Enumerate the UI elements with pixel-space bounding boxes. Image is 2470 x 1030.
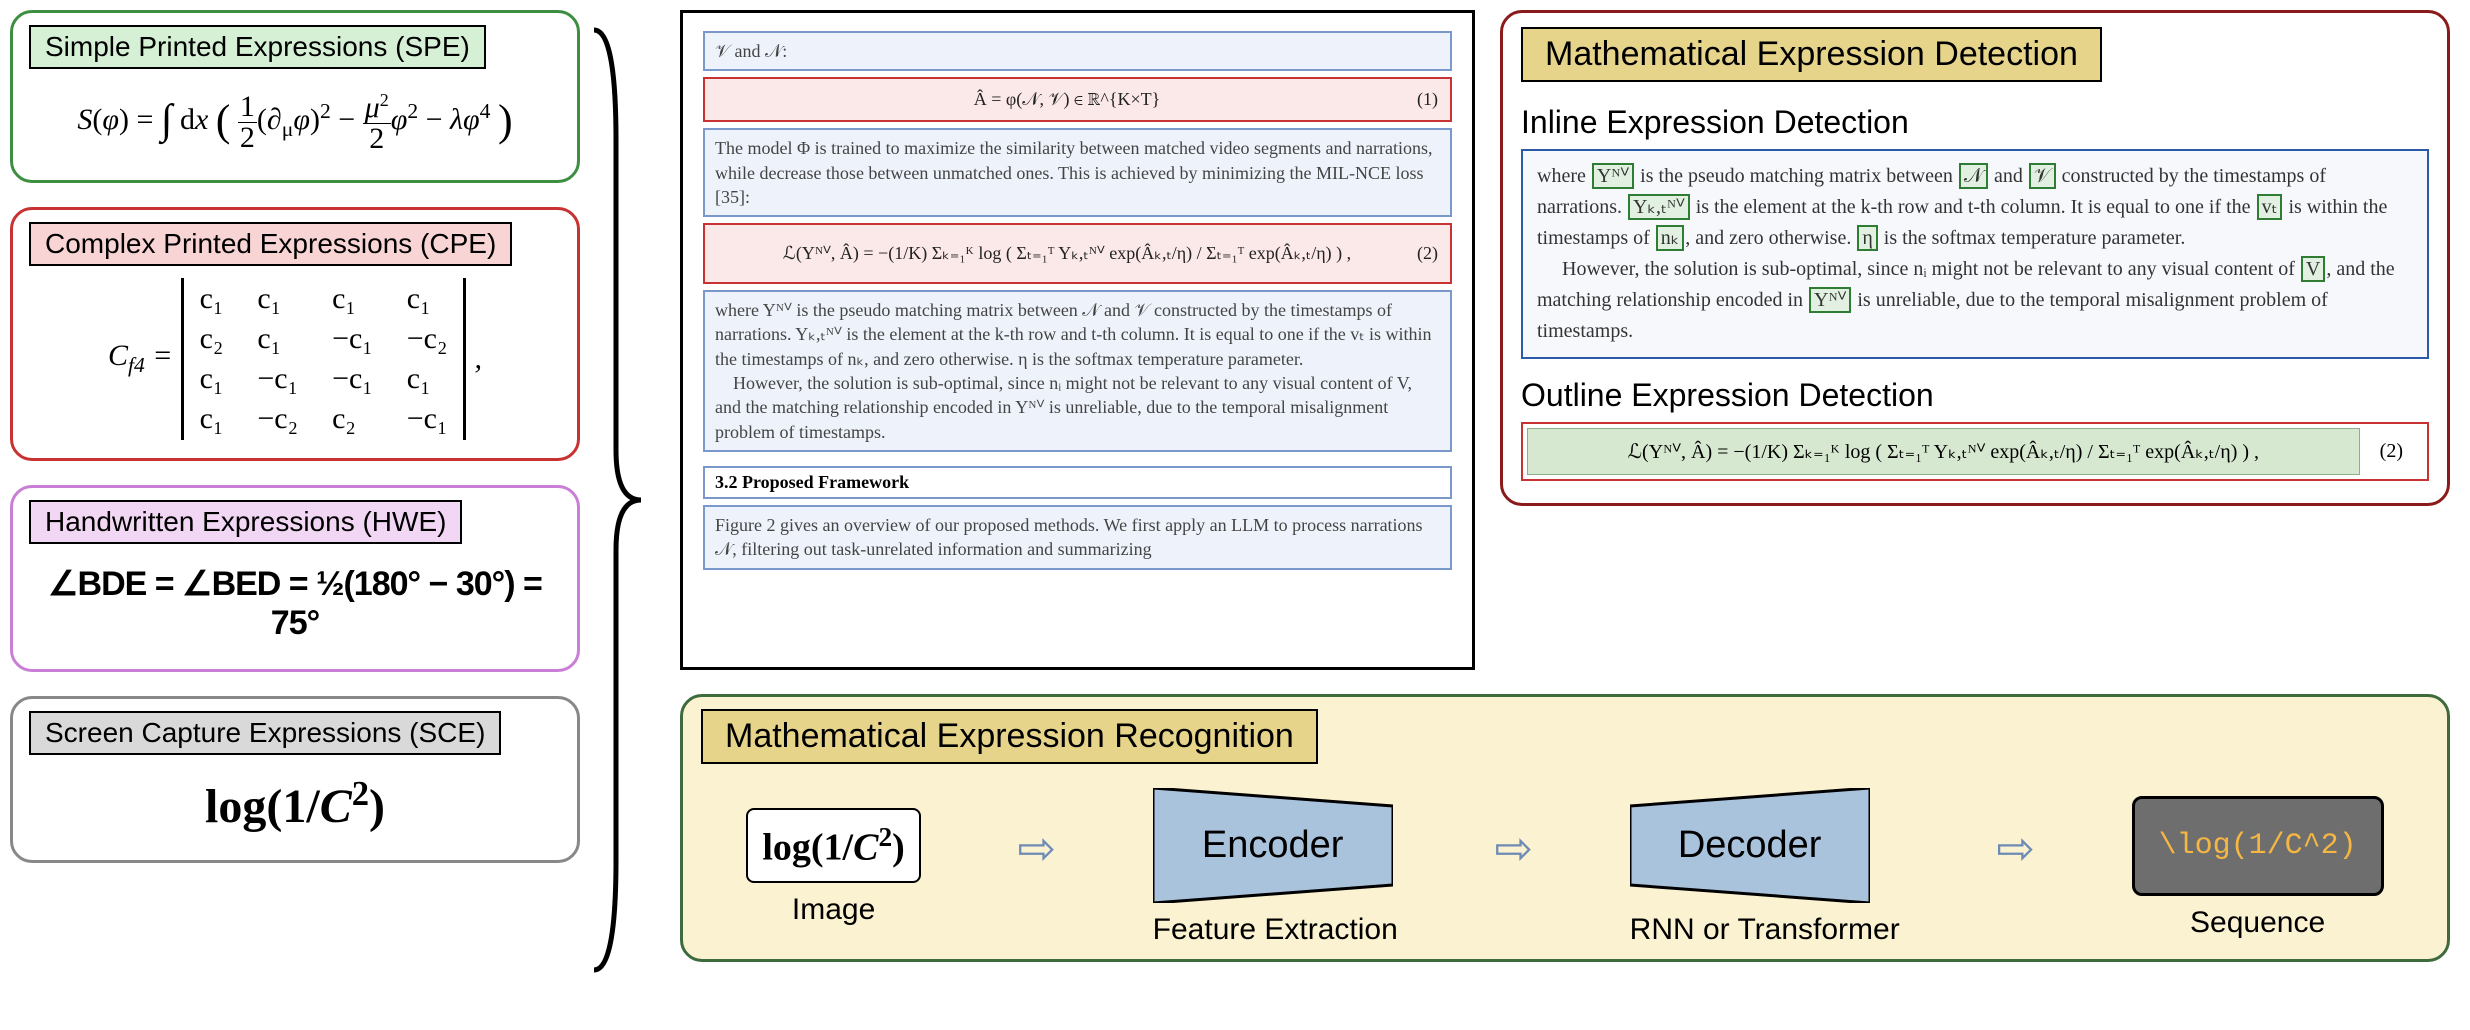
pipeline-image-expr: log(1/C2) bbox=[746, 808, 920, 884]
cpe-tag: Complex Printed Expressions (CPE) bbox=[29, 222, 512, 266]
cpe-expression: Cf4 = c₁ c₁ c₁ c₁ c₂ c₁ −c₁ −c₂ c₁ −c₁ −… bbox=[29, 278, 561, 440]
pipeline-output-text: \log(1/C^2) bbox=[2132, 796, 2384, 896]
recognition-title: Mathematical Expression Recognition bbox=[701, 709, 1318, 764]
pipeline-decoder-stage: Decoder RNN or Transformer bbox=[1630, 788, 1900, 947]
paper-eq1-num: (1) bbox=[1417, 89, 1438, 110]
arrow-icon: ⇨ bbox=[1990, 821, 2041, 875]
paper-section-heading: 3.2 Proposed Framework bbox=[703, 466, 1452, 499]
hwe-tag: Handwritten Expressions (HWE) bbox=[29, 500, 462, 544]
m32: c₂ bbox=[332, 402, 373, 436]
t1h: is the softmax temperature parameter. bbox=[1879, 227, 2186, 249]
outline-detection-heading: Outline Expression Detection bbox=[1521, 377, 2429, 414]
inline-hl-1: Yᴺⱽ bbox=[1592, 163, 1634, 189]
cpe-trail: , bbox=[474, 342, 482, 376]
pipeline-output-stage: \log(1/C^2) Sequence bbox=[2132, 796, 2384, 940]
hwe-card: Handwritten Expressions (HWE) ∠BDE = ∠BE… bbox=[10, 485, 580, 672]
paper-para1: The model Φ is trained to maximize the s… bbox=[703, 128, 1452, 217]
pipeline-encoder-label: Feature Extraction bbox=[1153, 913, 1398, 947]
detection-title: Mathematical Expression Detection bbox=[1521, 27, 2102, 82]
inline-hl-2: 𝒩 bbox=[1959, 163, 1988, 189]
cpe-matrix: c₁ c₁ c₁ c₁ c₂ c₁ −c₁ −c₂ c₁ −c₁ −c₁ c₁ … bbox=[181, 278, 467, 440]
cpe-card: Complex Printed Expressions (CPE) Cf4 = … bbox=[10, 207, 580, 461]
recognition-panel: Mathematical Expression Recognition log(… bbox=[680, 694, 2450, 962]
spe-card: Simple Printed Expressions (SPE) S(φ) = … bbox=[10, 10, 580, 183]
paper-eq2-body: ℒ(Yᴺⱽ, Â) = −(1/K) Σₖ₌₁ᴷ log ( Σₜ₌₁ᵀ Yₖ,… bbox=[717, 243, 1417, 264]
pipeline-image-stage: log(1/C2) Image bbox=[746, 808, 920, 928]
pipeline-image-label: Image bbox=[746, 893, 920, 927]
sce-expression: log(1/C2) bbox=[29, 767, 561, 842]
m22: −c₁ bbox=[332, 362, 373, 396]
m30: c₁ bbox=[200, 402, 224, 436]
encoder-block: Encoder bbox=[1153, 788, 1393, 903]
paper-eq2-num: (2) bbox=[1417, 243, 1438, 264]
paper-para2a: where Yᴺⱽ is the pseudo matching matrix … bbox=[715, 300, 1432, 369]
pipeline-encoder-stage: Encoder Feature Extraction bbox=[1153, 788, 1398, 947]
m20: c₁ bbox=[200, 362, 224, 396]
pipeline-decoder-label: RNN or Transformer bbox=[1630, 913, 1900, 947]
m13: −c₂ bbox=[407, 322, 448, 356]
detection-panel: Mathematical Expression Detection Inline… bbox=[1500, 10, 2450, 506]
t1a: where bbox=[1537, 165, 1591, 187]
t1e: is the element at the k-th row and t-th … bbox=[1691, 196, 2256, 218]
m31: −c₂ bbox=[257, 402, 298, 436]
spe-tag: Simple Printed Expressions (SPE) bbox=[29, 25, 486, 69]
inline-detection-box: where Yᴺⱽ is the pseudo matching matrix … bbox=[1521, 149, 2429, 359]
inline-detection-heading: Inline Expression Detection bbox=[1521, 104, 2429, 141]
arrow-icon: ⇨ bbox=[1011, 821, 1062, 875]
t1b: is the pseudo matching matrix between bbox=[1635, 165, 1958, 187]
m01: c₁ bbox=[257, 282, 298, 316]
arrow-icon: ⇨ bbox=[1488, 821, 1539, 875]
t1c: and bbox=[1989, 165, 2028, 187]
t2a: However, the solution is sub-optimal, si… bbox=[1562, 258, 2300, 280]
m03: c₁ bbox=[407, 282, 448, 316]
paper-excerpt: 𝒱 and 𝒩: Â = φ(𝒩, 𝒱) ∈ ℝ^{K×T} (1) The m… bbox=[680, 10, 1475, 670]
m12: −c₁ bbox=[332, 322, 373, 356]
m21: −c₁ bbox=[257, 362, 298, 396]
m00: c₁ bbox=[200, 282, 224, 316]
t1g: , and zero otherwise. bbox=[1685, 227, 1856, 249]
decoder-label-text: Decoder bbox=[1630, 788, 1870, 903]
m10: c₂ bbox=[200, 322, 224, 356]
brace-icon bbox=[586, 20, 646, 980]
m11: c₁ bbox=[257, 322, 298, 356]
inline-hl-4: Yₖ,ₜᴺⱽ bbox=[1628, 194, 1690, 220]
inline-hl-9: Yᴺⱽ bbox=[1809, 287, 1851, 313]
encoder-label-text: Encoder bbox=[1153, 788, 1393, 903]
m02: c₁ bbox=[332, 282, 373, 316]
outline-detection-box: ℒ(Yᴺⱽ, Â) = −(1/K) Σₖ₌₁ᴷ log ( Σₜ₌₁ᵀ Yₖ,… bbox=[1521, 422, 2429, 481]
recognition-pipeline: log(1/C2) Image ⇨ Encoder Feature Extrac… bbox=[701, 788, 2429, 947]
inline-hl-7: η bbox=[1857, 225, 1877, 251]
inline-hl-6: nₖ bbox=[1656, 225, 1685, 251]
inline-hl-3: 𝒱 bbox=[2029, 163, 2056, 189]
outline-eq-num: (2) bbox=[2360, 440, 2423, 463]
inline-hl-5: vₜ bbox=[2257, 194, 2283, 220]
paper-para2b: However, the solution is sub-optimal, si… bbox=[715, 373, 1412, 442]
outline-eq: ℒ(Yᴺⱽ, Â) = −(1/K) Σₖ₌₁ᴷ log ( Σₜ₌₁ᵀ Yₖ,… bbox=[1527, 428, 2360, 475]
paper-para3: Figure 2 gives an overview of our propos… bbox=[703, 505, 1452, 570]
spe-expression: S(φ) = ∫ dx ( 1 2 (∂μφ)2 − μ2 2 φ2 − λφ4… bbox=[29, 81, 561, 162]
pipeline-output-label: Sequence bbox=[2132, 906, 2384, 940]
sce-tag: Screen Capture Expressions (SCE) bbox=[29, 711, 501, 755]
paper-text-vn: 𝒱 and 𝒩: bbox=[703, 31, 1452, 71]
paper-eq1: Â = φ(𝒩, 𝒱) ∈ ℝ^{K×T} (1) bbox=[703, 77, 1452, 122]
decoder-block: Decoder bbox=[1630, 788, 1870, 903]
hwe-expression: ∠BDE = ∠BED = ½(180° − 30°) = 75° bbox=[29, 556, 561, 651]
m33: −c₁ bbox=[407, 402, 448, 436]
expression-categories: Simple Printed Expressions (SPE) S(φ) = … bbox=[10, 10, 580, 887]
m23: c₁ bbox=[407, 362, 448, 396]
paper-eq2: ℒ(Yᴺⱽ, Â) = −(1/K) Σₖ₌₁ᴷ log ( Σₜ₌₁ᵀ Yₖ,… bbox=[703, 223, 1452, 284]
detection-panel-wrap: Mathematical Expression Detection Inline… bbox=[1500, 10, 2450, 506]
inline-hl-8: V bbox=[2301, 256, 2325, 282]
paper-eq1-body: Â = φ(𝒩, 𝒱) ∈ ℝ^{K×T} bbox=[717, 89, 1417, 110]
sce-card: Screen Capture Expressions (SCE) log(1/C… bbox=[10, 696, 580, 863]
paper-para2: where Yᴺⱽ is the pseudo matching matrix … bbox=[703, 290, 1452, 452]
